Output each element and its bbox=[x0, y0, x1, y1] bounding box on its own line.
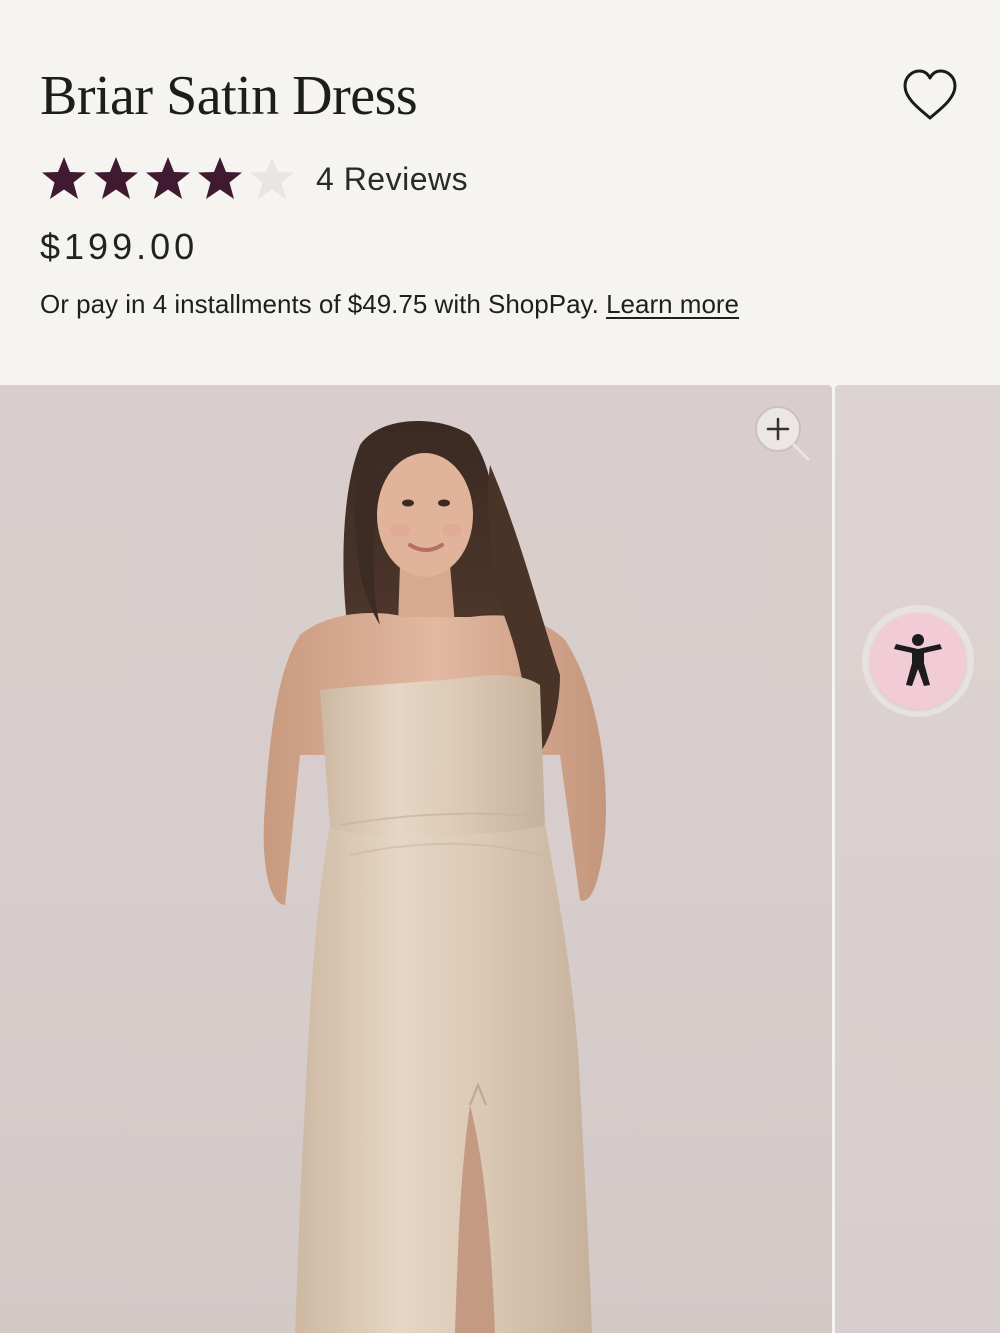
product-image-next[interactable] bbox=[835, 385, 1000, 1333]
star-rating bbox=[40, 155, 296, 203]
star-icon-filled bbox=[94, 157, 138, 199]
star-icon-filled bbox=[42, 157, 86, 199]
product-image-gallery[interactable] bbox=[0, 385, 1000, 1333]
rating-row: 4 Reviews bbox=[40, 152, 468, 206]
star-icon-filled bbox=[198, 157, 242, 199]
learn-more-link[interactable]: Learn more bbox=[606, 289, 739, 319]
wishlist-heart-icon[interactable] bbox=[899, 66, 961, 126]
accessibility-button[interactable] bbox=[862, 605, 974, 717]
accessibility-button-face bbox=[870, 613, 966, 709]
accessibility-person-icon bbox=[894, 634, 942, 686]
reviews-link[interactable]: 4 Reviews bbox=[316, 161, 468, 198]
star-icon-empty bbox=[250, 157, 294, 199]
product-price: $199.00 bbox=[40, 226, 199, 267]
product-header: Briar Satin Dress 4 Reviews $199.00 Or p… bbox=[0, 0, 1000, 385]
product-image-main[interactable] bbox=[0, 385, 832, 1333]
product-title: Briar Satin Dress bbox=[40, 65, 418, 127]
installments-info: Or pay in 4 installments of $49.75 with … bbox=[40, 289, 739, 320]
model-photo bbox=[263, 421, 606, 1333]
zoom-in-icon[interactable] bbox=[752, 405, 814, 467]
installments-text: Or pay in 4 installments of $49.75 with … bbox=[40, 289, 599, 319]
star-icon-filled bbox=[146, 157, 190, 199]
